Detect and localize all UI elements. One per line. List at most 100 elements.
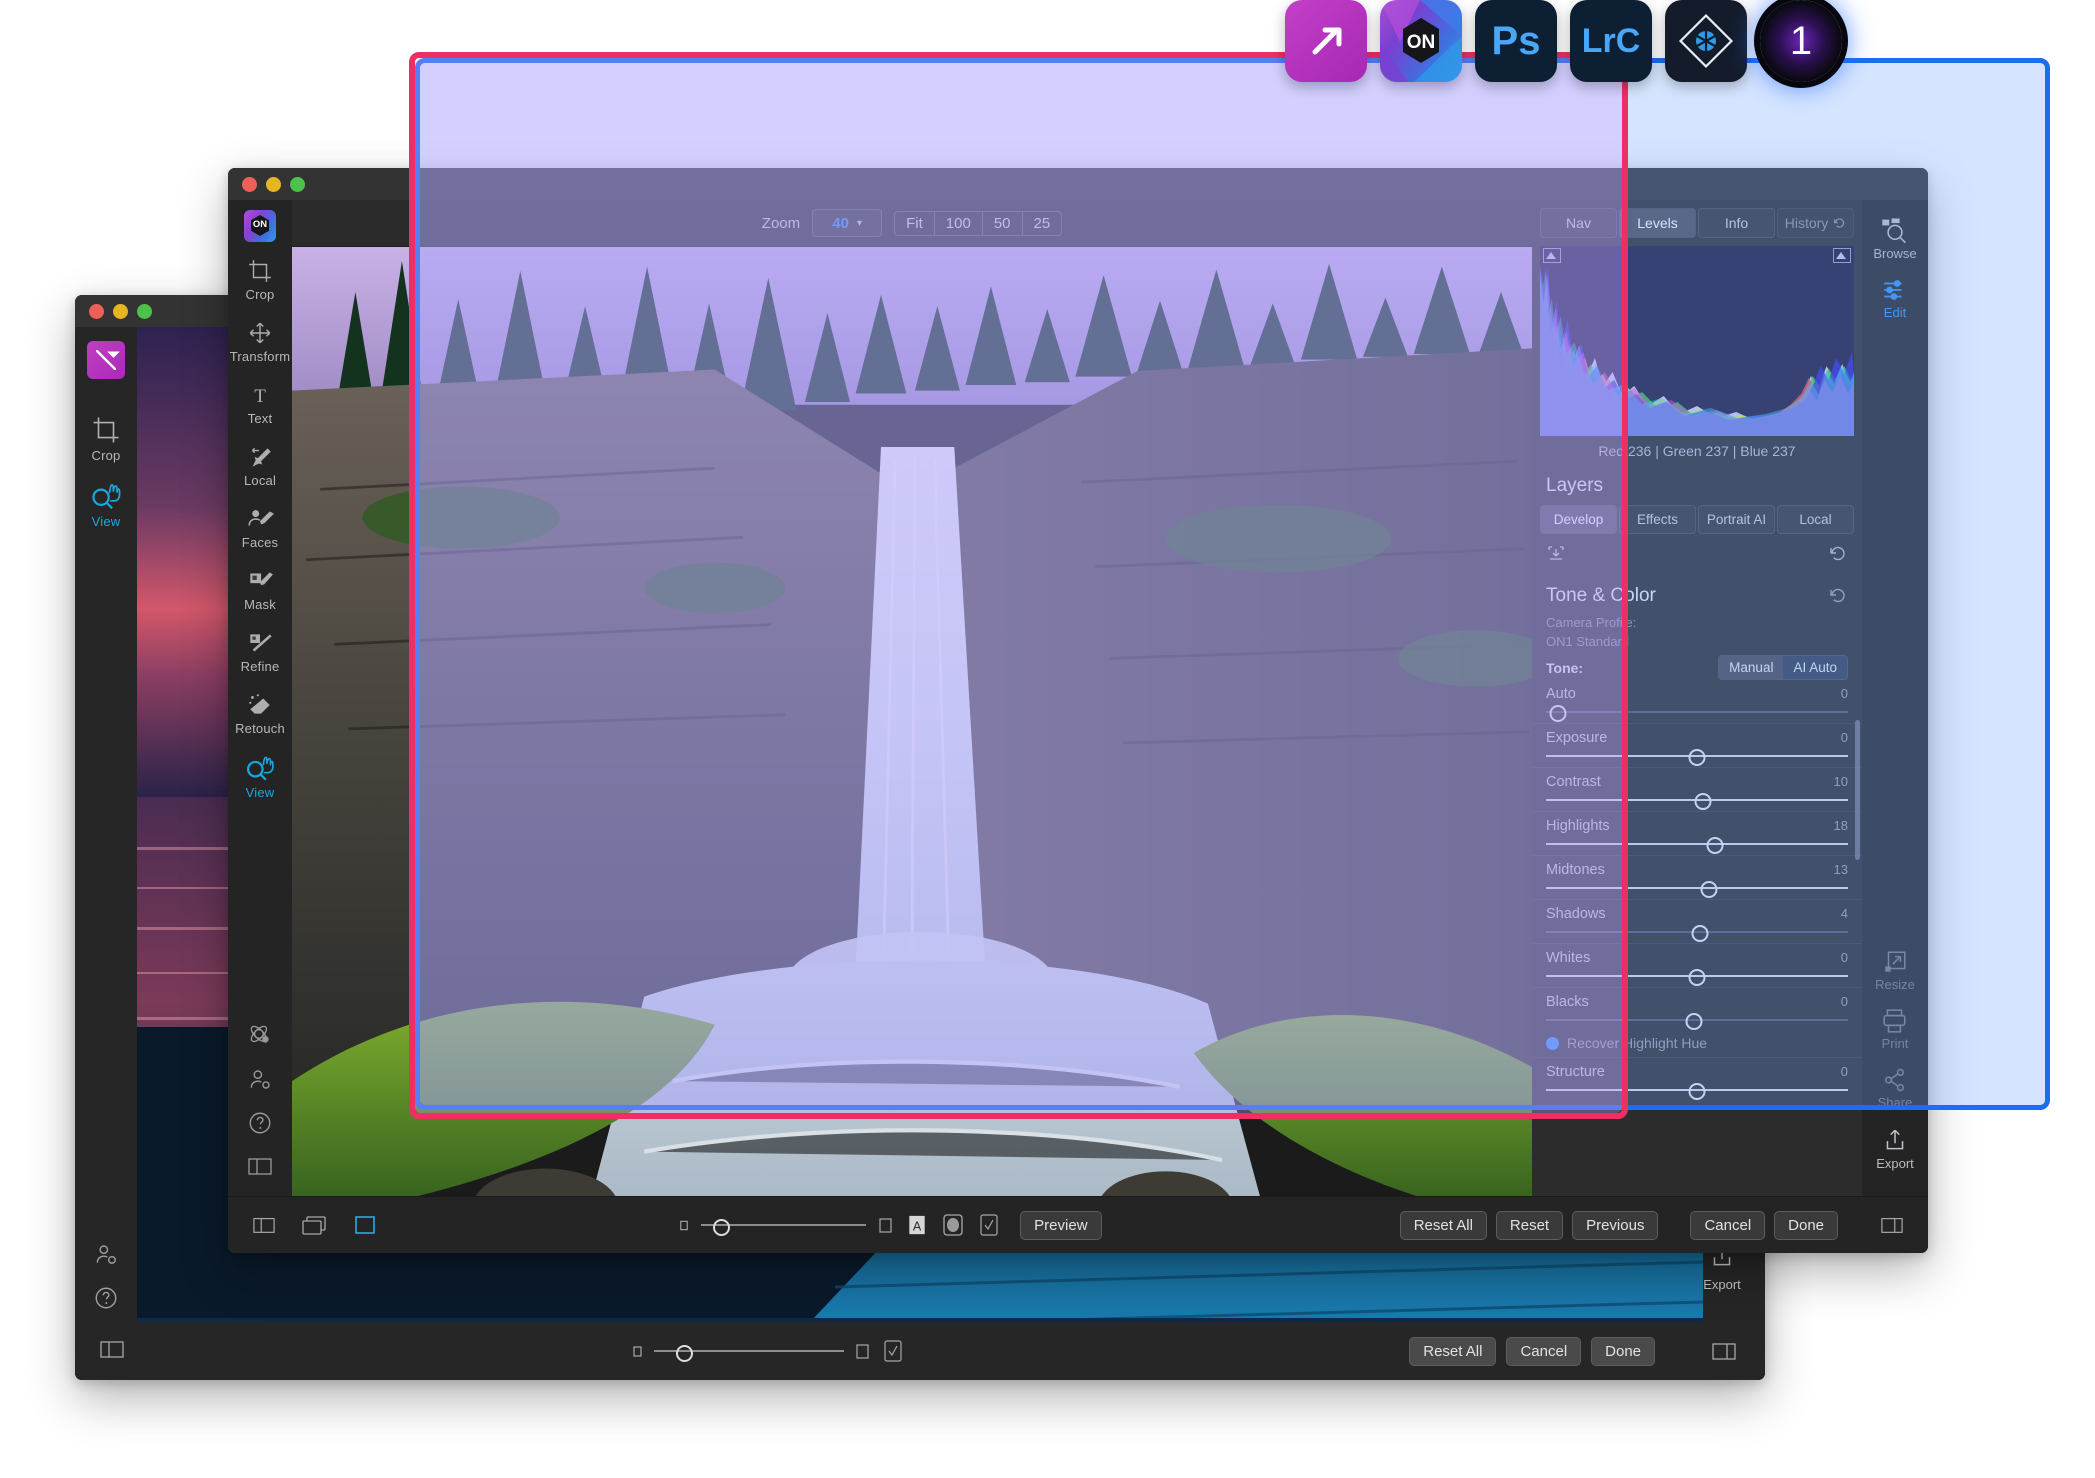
reset-all-button[interactable]: Reset All [1409, 1336, 1497, 1366]
panel-left-icon[interactable] [250, 1214, 278, 1236]
resize-app-icon[interactable] [87, 341, 125, 379]
tool-text[interactable]: T Text [248, 382, 273, 426]
tab-portrait-ai[interactable]: Portrait AI [1698, 505, 1775, 534]
slider-structure[interactable]: Structure 0 [1532, 1057, 1862, 1100]
back-window-toolbar[interactable]: Crop View [75, 327, 137, 1380]
module-share[interactable]: Share [1878, 1067, 1912, 1110]
on1-app-icon[interactable] [244, 210, 276, 242]
cancel-button[interactable]: Cancel [1506, 1336, 1582, 1366]
panel-right-icon[interactable] [1878, 1214, 1906, 1236]
tool-refine[interactable]: Refine [241, 630, 280, 674]
slider-knob[interactable] [1549, 705, 1567, 722]
slider-knob[interactable] [1688, 749, 1706, 766]
tone-mode-manual[interactable]: Manual [1719, 656, 1784, 679]
zoom-preset-fit[interactable]: Fit [895, 211, 935, 235]
tab-effects[interactable]: Effects [1619, 505, 1696, 534]
checkmark-box-icon[interactable] [977, 1212, 1001, 1238]
import-preset-icon[interactable] [1546, 544, 1566, 564]
levels-histogram[interactable] [1540, 246, 1854, 436]
tool-crop[interactable]: Crop [246, 258, 275, 302]
slider-exposure[interactable]: Exposure 0 [1532, 723, 1862, 766]
maximize-button[interactable] [137, 303, 152, 319]
cancel-button[interactable]: Cancel [1690, 1210, 1766, 1240]
tool-transform[interactable]: Transform [230, 320, 291, 364]
tool-local[interactable]: Local [244, 444, 276, 488]
module-print[interactable]: Print [1880, 1008, 1910, 1051]
shadow-clip-marker[interactable] [1543, 248, 1561, 263]
close-button[interactable] [242, 176, 257, 192]
tool-mask[interactable]: Mask [244, 568, 276, 612]
capture-one-app-icon[interactable] [1665, 0, 1747, 82]
lightroom-classic-app-icon[interactable]: LrC [1570, 0, 1652, 82]
preview-button[interactable]: Preview [1020, 1210, 1102, 1240]
properties-panel[interactable]: Nav Levels Info History Red 236 | Green … [1532, 200, 1862, 1253]
module-rail[interactable]: Browse Edit Resize Print Share Export [1862, 200, 1928, 1253]
recover-highlight-hue-checkbox[interactable]: Recover Highlight Hue [1532, 1029, 1862, 1055]
tool-view[interactable]: View [244, 754, 276, 800]
on1-app-icon[interactable]: ON [1380, 0, 1462, 82]
panel-left-toggle[interactable] [97, 1337, 127, 1366]
resize-app-icon[interactable] [1285, 0, 1367, 82]
zoom-preset-50[interactable]: 50 [983, 211, 1023, 235]
slider-contrast[interactable]: Contrast 10 [1532, 767, 1862, 810]
previous-button[interactable]: Previous [1572, 1210, 1659, 1240]
mid-window-bottom-bar[interactable]: A Preview Reset All Reset Previous Cance… [228, 1196, 1928, 1253]
help-button[interactable] [247, 1110, 273, 1136]
module-resize[interactable]: Resize [1875, 949, 1915, 992]
slider-knob[interactable] [1688, 969, 1706, 986]
module-edit[interactable]: Edit [1880, 277, 1910, 320]
maximize-button[interactable] [290, 176, 305, 192]
account-button[interactable] [247, 1066, 273, 1092]
reset-layer-icon[interactable] [1828, 544, 1848, 564]
grayscale-preview-icon[interactable] [940, 1212, 966, 1238]
single-view-icon[interactable] [352, 1213, 380, 1237]
slider-highlights[interactable]: Highlights 18 [1532, 811, 1862, 854]
account-settings[interactable] [93, 1241, 119, 1267]
layer-tabs[interactable]: Develop Effects Portrait AI Local [1540, 505, 1854, 534]
app-icon-bar[interactable]: ON Ps LrC 1 [1285, 0, 1842, 82]
photoshop-app-icon[interactable]: Ps [1475, 0, 1557, 82]
minimize-button[interactable] [266, 176, 281, 192]
slider-knob[interactable] [1691, 925, 1709, 942]
zoom-preset-100[interactable]: 100 [935, 211, 983, 235]
slider-knob[interactable] [1706, 837, 1724, 854]
minimize-button[interactable] [113, 303, 128, 319]
tab-develop[interactable]: Develop [1540, 505, 1617, 534]
reset-all-button[interactable]: Reset All [1399, 1210, 1487, 1240]
panel-toggle-left[interactable] [245, 1154, 275, 1183]
slider-auto[interactable]: Auto 0 [1532, 682, 1862, 722]
tool-crop[interactable]: Crop [91, 415, 121, 463]
tab-history[interactable]: History [1777, 208, 1854, 238]
done-button[interactable]: Done [1591, 1336, 1656, 1366]
compare-view-icon[interactable] [300, 1213, 330, 1237]
highlight-clip-marker[interactable] [1833, 248, 1851, 263]
slider-knob[interactable] [1700, 881, 1718, 898]
zoom-presets[interactable]: Fit 100 50 25 [894, 210, 1063, 236]
module-export[interactable]: Export [1876, 1126, 1914, 1171]
tab-local[interactable]: Local [1777, 505, 1854, 534]
tool-faces[interactable]: Faces [242, 506, 278, 550]
settings-button[interactable] [247, 1022, 273, 1048]
zoom-preset-25[interactable]: 25 [1023, 212, 1062, 235]
panel-tabs[interactable]: Nav Levels Info History [1532, 200, 1862, 238]
zoom-toolbar[interactable]: Zoom 40 ▾ Fit 100 50 25 [292, 200, 1532, 247]
slider-knob[interactable] [1685, 1013, 1703, 1030]
tone-mode-ai-auto[interactable]: AI Auto [1783, 656, 1847, 679]
tab-info[interactable]: Info [1698, 208, 1775, 238]
capture-one-round-icon[interactable]: 1 [1760, 0, 1842, 82]
tab-levels[interactable]: Levels [1619, 208, 1696, 238]
panel-right-icon[interactable] [1709, 1339, 1739, 1363]
help-button[interactable] [93, 1285, 119, 1311]
slider-midtones[interactable]: Midtones 13 [1532, 855, 1862, 898]
zoom-select[interactable]: 40 ▾ [812, 209, 883, 237]
back-window-bottom-bar[interactable]: Reset All Cancel Done [75, 1322, 1765, 1380]
mid-window-titlebar[interactable] [228, 168, 1928, 200]
reset-button[interactable]: Reset [1495, 1210, 1564, 1240]
thumb-size-slider[interactable] [631, 1338, 905, 1364]
tab-nav[interactable]: Nav [1540, 208, 1617, 238]
slider-knob[interactable] [1694, 793, 1712, 810]
soft-proof-icon[interactable]: A [905, 1213, 929, 1238]
thumb-size-slider[interactable]: A Preview [678, 1210, 1102, 1240]
reset-tone-icon[interactable] [1828, 586, 1848, 606]
tool-view[interactable]: View [90, 481, 122, 529]
